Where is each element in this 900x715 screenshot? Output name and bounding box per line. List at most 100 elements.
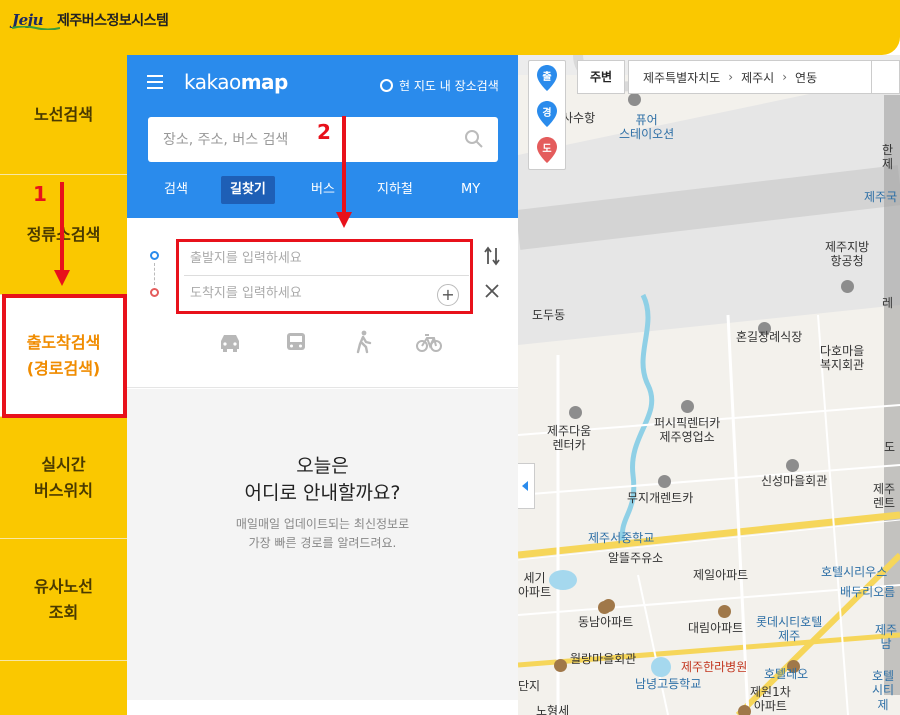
breadcrumb-item[interactable]: 제주시 — [741, 69, 774, 86]
swap-icon[interactable] — [484, 246, 500, 266]
radio-icon[interactable] — [380, 79, 393, 92]
map-label: 제일아파트 — [693, 568, 749, 582]
map-control[interactable] — [872, 60, 900, 94]
map-label: 단지 — [518, 679, 541, 693]
poi-marker[interactable] — [554, 659, 567, 672]
sidebar-item-route-search[interactable]: 노선검색 — [0, 55, 127, 175]
breadcrumb-item[interactable]: 제주특별자치도 — [643, 69, 720, 86]
route-pin-group: 출 경 도 — [528, 60, 566, 170]
map-label: 대림아파트 — [688, 621, 744, 635]
map-label: 제주국 — [864, 190, 898, 204]
sidebar-item-label: 실시간 버스위치 — [34, 454, 93, 500]
sidebar-item-realtime-bus[interactable]: 실시간 버스위치 — [0, 417, 127, 539]
map-label: 도 — [884, 440, 896, 454]
map-label: 노형세 — [536, 704, 570, 715]
kakao-tabs: 검색 길찾기 버스 지하철 MY — [127, 176, 518, 206]
search-icon[interactable] — [464, 129, 484, 149]
tab-my[interactable]: MY — [452, 176, 489, 204]
map-label: 한 제 — [882, 143, 894, 172]
annotation-arrow-2 — [336, 116, 352, 228]
map-breadcrumb: 제주특별자치도 › 제주시 › 연동 — [628, 60, 872, 94]
start-dot-icon — [150, 251, 159, 260]
map-label: 제주서중학교 — [588, 531, 655, 545]
end-field: + — [184, 278, 469, 311]
bike-icon[interactable] — [415, 330, 442, 354]
tab-search[interactable]: 검색 — [155, 176, 197, 204]
kakao-map-panel: kakaomap 현 지도 내 장소검색 검색 길찾기 버스 지하철 MY — [127, 55, 518, 715]
radio-label: 현 지도 내 장소검색 — [399, 79, 499, 93]
map-label: 제주 렌트 — [873, 482, 896, 511]
map-label: 다호마을 복지회관 — [820, 344, 865, 373]
waypoint-pin[interactable]: 경 — [537, 101, 557, 127]
map-label: 배두리오름 — [840, 585, 896, 599]
map-label: 도두동 — [532, 308, 566, 322]
breadcrumb-item[interactable]: 연동 — [795, 69, 817, 86]
sidebar-item-label: 유사노선 조회 — [34, 576, 93, 622]
search-input[interactable] — [163, 129, 453, 151]
close-icon[interactable] — [485, 284, 499, 298]
route-connector — [154, 263, 155, 285]
bus-icon[interactable] — [283, 330, 309, 354]
nearby-button[interactable]: 주변 — [577, 60, 625, 94]
poi-marker[interactable] — [602, 599, 615, 612]
annotation-number-1: 1 — [33, 182, 47, 206]
site-title: 제주버스정보시스템 — [56, 13, 169, 29]
kakao-brand[interactable]: kakaomap — [184, 70, 288, 94]
start-pin[interactable]: 출 — [537, 65, 557, 91]
map-label: 호텔시리우스 — [821, 565, 888, 579]
map-label: 신성마을회관 — [761, 474, 828, 488]
poi-marker[interactable] — [718, 605, 731, 618]
map-label: 혼길장례식장 — [736, 330, 803, 344]
map-label: 레 — [882, 296, 894, 310]
poi-marker[interactable] — [628, 93, 641, 106]
empty-state: 오늘은 어디로 안내할까요? 매일매일 업데이트되는 최신정보로 가장 빠른 경… — [127, 389, 518, 700]
pin-label: 경 — [542, 108, 552, 119]
start-input[interactable] — [190, 251, 430, 266]
end-pin[interactable]: 도 — [537, 137, 557, 163]
map-label: 롯데시티호텔 제주 — [756, 615, 823, 644]
annotation-arrow-1 — [54, 182, 70, 286]
annotation-box-1 — [2, 294, 127, 418]
chevron-left-icon — [522, 481, 528, 491]
map-label: 퓨어 스테이오션 — [619, 113, 675, 142]
map-label: 무지개렌트카 — [627, 491, 694, 505]
map-label: 동남아파트 — [578, 615, 634, 629]
map-label: 제주다움 렌터카 — [547, 424, 592, 453]
map-label: 제원1차 아파트 — [750, 685, 791, 714]
poi-marker[interactable] — [658, 475, 671, 488]
sidebar-item-similar-routes[interactable]: 유사노선 조회 — [0, 539, 127, 661]
logo-wave-icon — [12, 26, 60, 30]
tab-subway[interactable]: 지하철 — [368, 176, 422, 204]
empty-subtitle: 매일매일 업데이트되는 최신정보로 가장 빠른 경로를 알려드려요. — [235, 517, 410, 551]
current-map-search-option[interactable]: 현 지도 내 장소검색 — [380, 77, 499, 94]
poi-marker[interactable] — [841, 280, 854, 293]
end-input[interactable] — [190, 286, 430, 301]
brand-bold: map — [240, 70, 289, 94]
panel-collapse-button[interactable] — [518, 463, 535, 509]
menu-icon[interactable] — [147, 75, 163, 89]
map-label: 제주한라병원 — [681, 660, 748, 674]
empty-title: 오늘은 어디로 안내할까요? — [244, 455, 401, 504]
route-search-area: + — [127, 218, 518, 388]
poi-marker[interactable] — [786, 459, 799, 472]
sidebar-item-label: 노선검색 — [34, 104, 93, 124]
walk-icon[interactable] — [350, 330, 376, 354]
poi-marker[interactable] — [681, 400, 694, 413]
map-label: 호텔 시티 제 — [871, 669, 895, 712]
site-logo[interactable]: Jeju 제주버스정보시스템 — [12, 10, 169, 30]
chevron-right-icon: › — [728, 70, 734, 84]
map-label: 월랑마을회관 — [570, 652, 637, 666]
map-label: 남녕고등학교 — [635, 677, 702, 691]
add-waypoint-button[interactable]: + — [437, 284, 459, 306]
annotation-number-2: 2 — [317, 120, 331, 144]
route-input-highlight: + — [176, 239, 473, 314]
map-canvas — [518, 55, 900, 715]
poi-marker[interactable] — [569, 406, 582, 419]
start-field — [184, 243, 469, 276]
map-label: 퍼시픽렌터카 제주영업소 — [654, 416, 721, 445]
map-view[interactable]: 사수항 퓨어 스테이오션 도두동 혼길장례식장 제주지방 항공청 제주국 한 제… — [518, 55, 900, 715]
pin-label: 도 — [542, 144, 552, 155]
end-dot-icon — [150, 288, 159, 297]
car-icon[interactable] — [217, 330, 243, 354]
tab-directions[interactable]: 길찾기 — [221, 176, 275, 204]
